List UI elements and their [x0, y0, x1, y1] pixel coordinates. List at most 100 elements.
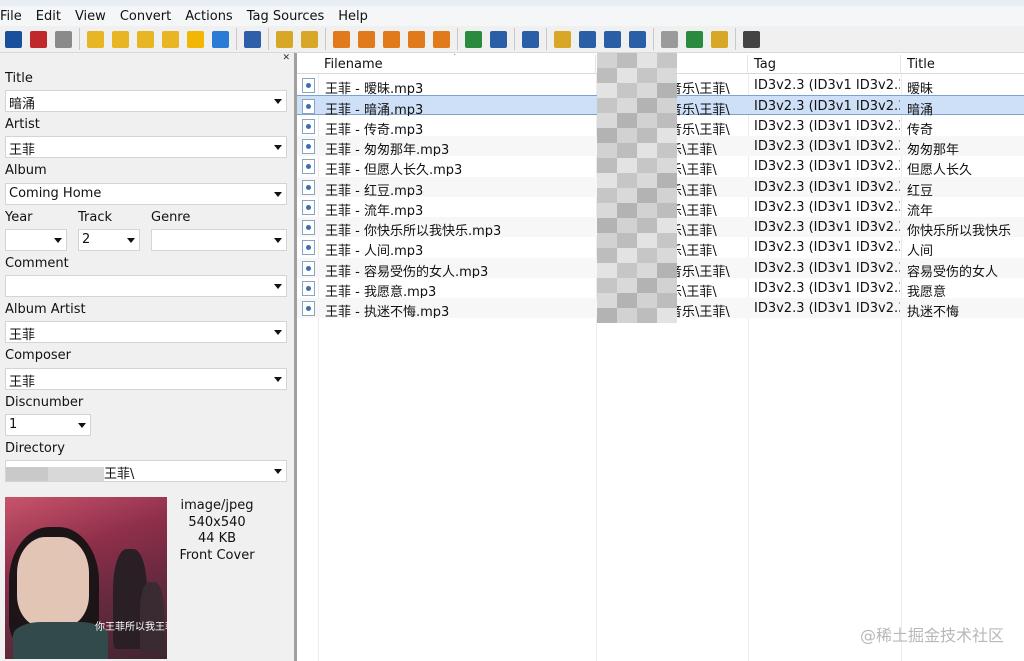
- album-value: Coming Home: [9, 186, 102, 201]
- case-conversion-button[interactable]: [461, 27, 485, 51]
- filename-cell: 王菲 - 暧昧.mp3: [325, 82, 424, 95]
- chevron-down-icon[interactable]: [274, 192, 282, 197]
- refresh-button[interactable]: [208, 27, 232, 51]
- chevron-down-icon[interactable]: [274, 145, 282, 150]
- mosaic-block: [617, 263, 637, 278]
- album-artist-field[interactable]: 王菲: [5, 321, 287, 343]
- tag-cell: ID3v2.3 (ID3v1 ID3v2.3): [754, 159, 900, 175]
- remove-tag-button[interactable]: [26, 27, 50, 51]
- refresh-icon: [211, 30, 229, 48]
- save-button[interactable]: [1, 27, 25, 51]
- chevron-down-icon[interactable]: [274, 284, 282, 289]
- chevron-down-icon[interactable]: [274, 99, 282, 104]
- select-all-button[interactable]: [240, 27, 264, 51]
- import-list-icon: [603, 30, 621, 48]
- tag-cell: ID3v2.3 (ID3v1 ID3v2.3): [754, 240, 900, 256]
- mosaic-block: [637, 173, 657, 188]
- open-directory-button[interactable]: [83, 27, 107, 51]
- tag-cell: ID3v2.3 (ID3v1 ID3v2.3): [754, 99, 900, 115]
- column-filename[interactable]: Filename: [318, 55, 596, 74]
- mosaic-block: [617, 98, 637, 113]
- print-button[interactable]: [297, 27, 321, 51]
- add-directory-button[interactable]: [108, 27, 132, 51]
- title-field[interactable]: 暗涌: [5, 90, 287, 112]
- export-button[interactable]: [272, 27, 296, 51]
- text-tag-button[interactable]: [404, 27, 428, 51]
- mosaic-block: [617, 113, 637, 128]
- mosaic-block: [657, 248, 677, 263]
- filename-tag-button[interactable]: [354, 27, 378, 51]
- column-tag[interactable]: Tag: [748, 55, 901, 74]
- mosaic-block: [637, 68, 657, 83]
- filename-filename-icon: [382, 30, 400, 48]
- album-field[interactable]: Coming Home: [5, 183, 287, 205]
- panel-close-icon[interactable]: ✕: [282, 53, 290, 63]
- cover-art-image[interactable]: 你王菲所以我王菲: [5, 497, 167, 659]
- chevron-down-icon[interactable]: [274, 238, 282, 243]
- mosaic-block: [637, 113, 657, 128]
- mosaic-block: [617, 233, 637, 248]
- menu-edit[interactable]: Edit: [36, 9, 67, 24]
- artist-field[interactable]: 王菲: [5, 136, 287, 158]
- audio-file-icon: [302, 179, 315, 195]
- menu-help[interactable]: Help: [338, 9, 374, 24]
- tag-filename-button[interactable]: [329, 27, 353, 51]
- tag-sources-button[interactable]: [707, 27, 731, 51]
- chevron-down-icon[interactable]: [127, 238, 135, 243]
- chevron-down-icon[interactable]: [274, 330, 282, 335]
- edit-button[interactable]: [518, 27, 542, 51]
- filename-filename-button[interactable]: [379, 27, 403, 51]
- menu-view[interactable]: View: [75, 9, 112, 24]
- comment-field[interactable]: [5, 275, 287, 297]
- edit-icon: [521, 30, 539, 48]
- undo-button[interactable]: [51, 27, 75, 51]
- mosaic-block: [617, 203, 637, 218]
- menu-actions[interactable]: Actions: [185, 9, 239, 24]
- mosaic-block: [617, 293, 637, 308]
- web-source-button[interactable]: [682, 27, 706, 51]
- year-field[interactable]: [5, 229, 67, 251]
- file-list[interactable]: ▲ Filename Tag Title 王菲 - 暧昧.mp3音乐\王菲\ID…: [297, 53, 1024, 661]
- playlist-button[interactable]: [550, 27, 574, 51]
- toolbar-separator: [735, 28, 736, 50]
- chevron-down-icon[interactable]: [274, 469, 282, 474]
- select-all-icon: [243, 30, 261, 48]
- favorite-star-button[interactable]: [183, 27, 207, 51]
- move-button[interactable]: [657, 27, 681, 51]
- discnumber-field[interactable]: 1: [5, 414, 91, 436]
- filename-cell: 王菲 - 传奇.mp3: [325, 122, 424, 136]
- mosaic-block: [637, 263, 657, 278]
- auto-number-button[interactable]: [625, 27, 649, 51]
- track-value: 2: [82, 232, 91, 247]
- export-list-button[interactable]: [575, 27, 599, 51]
- genre-field[interactable]: [151, 229, 287, 251]
- open-favorites-button[interactable]: [158, 27, 182, 51]
- menu-file[interactable]: File: [0, 9, 28, 24]
- composer-label: Composer: [5, 348, 72, 363]
- save-playlist-button[interactable]: [133, 27, 157, 51]
- menu-tag-sources[interactable]: Tag Sources: [247, 9, 331, 24]
- filename-cell: 王菲 - 你快乐所以我快乐.mp3: [325, 224, 502, 238]
- toolbar-separator: [457, 28, 458, 50]
- track-field[interactable]: 2: [78, 229, 140, 251]
- import-list-button[interactable]: [600, 27, 624, 51]
- tag-tag-icon: [432, 30, 450, 48]
- cover-info: image/jpeg 540x540 44 KB Front Cover: [172, 498, 262, 564]
- menu-convert[interactable]: Convert: [120, 9, 177, 24]
- tag-tag-button[interactable]: [429, 27, 453, 51]
- mosaic-block: [657, 143, 677, 158]
- column-title[interactable]: Title: [901, 55, 1024, 74]
- genre-label: Genre: [151, 210, 191, 225]
- composer-field[interactable]: 王菲: [5, 368, 287, 390]
- mosaic-block: [657, 278, 677, 293]
- chevron-down-icon[interactable]: [274, 377, 282, 382]
- chevron-down-icon[interactable]: [54, 238, 62, 243]
- chevron-down-icon[interactable]: [78, 423, 86, 428]
- path-cell: 乐\王菲\: [669, 285, 717, 298]
- tag-filename-icon: [332, 30, 350, 48]
- title-cell: 匆匆那年: [907, 142, 960, 156]
- mosaic-block: [657, 203, 677, 218]
- format-button[interactable]: [486, 27, 510, 51]
- options-wrench-button[interactable]: [739, 27, 763, 51]
- directory-field[interactable]: 王菲\: [5, 460, 287, 482]
